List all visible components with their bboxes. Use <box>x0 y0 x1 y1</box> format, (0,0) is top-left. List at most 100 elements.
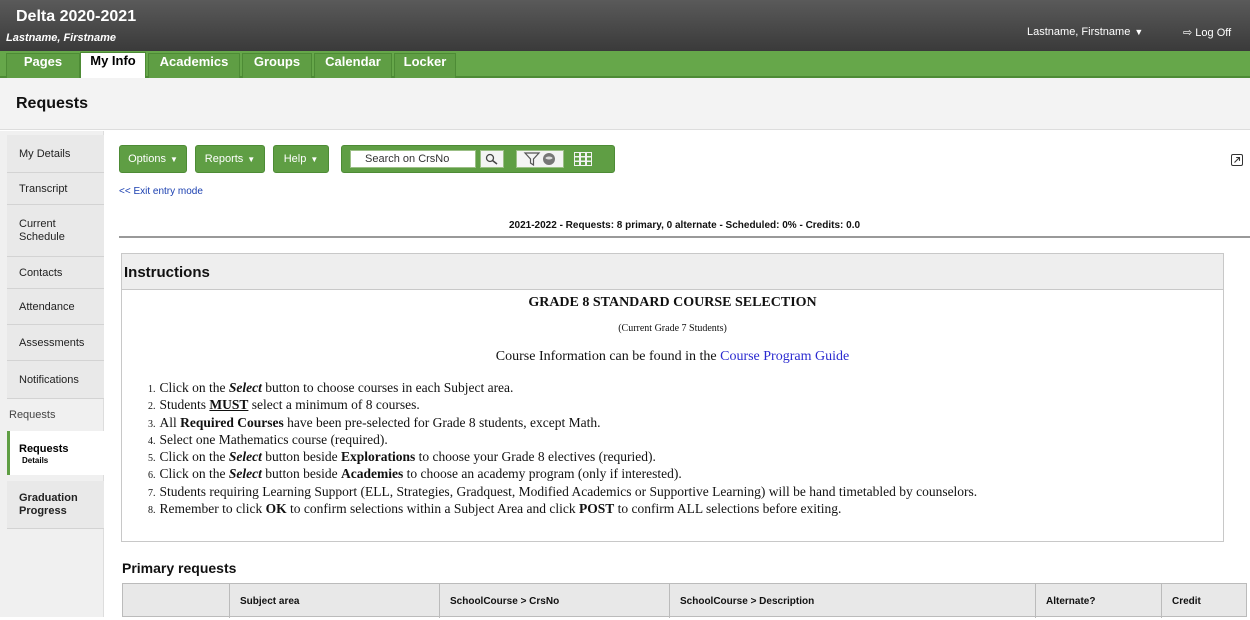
nav-assessments[interactable]: Assessments <box>7 325 104 361</box>
step-text: Select <box>228 449 262 465</box>
column-header-description[interactable]: SchoolCourse > Description <box>669 584 1035 618</box>
step-text: Click on the <box>159 449 229 465</box>
step-text: Click on the <box>159 380 229 395</box>
user-menu-label: Lastname, Firstname <box>1027 26 1131 38</box>
user-menu[interactable]: Lastname, Firstname ▼ <box>1027 26 1143 38</box>
reports-button[interactable]: Reports ▼ <box>195 145 265 173</box>
step-number: 2. <box>148 401 156 413</box>
exit-entry-mode-link[interactable]: << Exit entry mode <box>119 186 203 197</box>
nav-attendance[interactable]: Attendance <box>7 289 104 325</box>
top-header: Delta 2020-2021 Lastname, Firstname Last… <box>0 0 1250 51</box>
search-input[interactable] <box>350 150 476 168</box>
instruction-steps: 1. Click on the Select button to choose c… <box>148 379 1218 517</box>
grade-subtitle: (Current Grade 7 Students) <box>618 323 727 334</box>
course-info-line: Course Information can be found in the C… <box>122 349 1223 365</box>
tab-locker[interactable]: Locker <box>394 53 456 78</box>
tab-groups[interactable]: Groups <box>242 53 312 78</box>
column-header-select <box>123 584 229 618</box>
requests-summary: 2021-2022 - Requests: 8 primary, 0 alter… <box>508 220 861 231</box>
tab-my-info[interactable]: My Info <box>80 52 146 79</box>
instruction-step: 8. Remember to click OK to confirm select… <box>148 500 1218 517</box>
step-text: Required Courses <box>180 414 284 430</box>
step-text: Select one Mathematics course (required)… <box>159 431 388 447</box>
popout-icon[interactable] <box>1231 154 1243 166</box>
step-number: 4. <box>148 435 156 447</box>
tab-pages[interactable]: Pages <box>6 53 80 78</box>
page-heading-bar: Requests <box>0 78 1250 130</box>
filter-icon[interactable] <box>516 150 564 168</box>
step-number: 7. <box>148 487 156 499</box>
chevron-down-icon: ▼ <box>170 154 178 164</box>
step-text: OK <box>265 501 287 517</box>
step-number: 6. <box>148 470 156 482</box>
options-label: Options <box>128 153 166 165</box>
org-title: Delta 2020-2021 <box>16 8 137 25</box>
primary-requests-table-header: Subject area SchoolCourse > CrsNo School… <box>122 583 1248 618</box>
chevron-down-icon: ▼ <box>310 154 319 164</box>
nav-current-schedule[interactable]: Current Schedule <box>7 205 104 257</box>
step-text: Remember to click <box>159 501 266 517</box>
step-text: button beside <box>261 449 341 465</box>
step-text: Explorations <box>341 449 416 465</box>
options-button[interactable]: Options ▼ <box>119 145 187 173</box>
column-header-subject-area[interactable]: Subject area <box>229 584 439 618</box>
tab-calendar[interactable]: Calendar <box>314 53 392 78</box>
column-grid-icon[interactable] <box>574 152 592 166</box>
tab-academics[interactable]: Academics <box>148 53 240 78</box>
user-subtitle: Lastname, Firstname <box>6 32 117 44</box>
instructions-panel: Instructions GRADE 8 STANDARD COURSE SEL… <box>121 253 1224 542</box>
side-nav: My Details Transcript Current Schedule C… <box>0 131 104 617</box>
step-number: 5. <box>148 453 156 465</box>
step-number: 3. <box>148 418 156 430</box>
step-text: Students <box>159 397 210 413</box>
step-text: to choose an academy program (only if in… <box>403 466 682 482</box>
search-group <box>341 145 615 173</box>
chevron-down-icon: ▼ <box>1134 27 1144 37</box>
nav-contacts[interactable]: Contacts <box>7 257 104 289</box>
logoff-icon: ⇨ <box>1183 27 1193 39</box>
step-text: All <box>159 414 181 430</box>
tab-bar: Pages My Info Academics Groups Calendar … <box>0 51 1250 79</box>
step-text: to confirm selections within a Subject A… <box>286 501 580 517</box>
primary-requests-title: Primary requests <box>122 560 237 576</box>
step-text: Select <box>228 380 262 395</box>
nav-transcript[interactable]: Transcript <box>7 173 104 205</box>
step-number: 1. <box>148 384 156 395</box>
nav-notifications[interactable]: Notifications <box>7 361 104 399</box>
instruction-step: 4. Select one Mathematics course (require… <box>148 431 1218 448</box>
instruction-step: 3. All Required Courses have been pre-sel… <box>148 414 1218 431</box>
column-header-crsno[interactable]: SchoolCourse > CrsNo <box>439 584 669 618</box>
course-program-guide-link[interactable]: Course Program Guide <box>720 349 849 364</box>
reports-label: Reports <box>204 153 244 165</box>
step-text: button beside <box>261 466 341 482</box>
logoff-label: Log Off <box>1195 27 1232 39</box>
nav-requests-sub: Details <box>22 456 49 465</box>
course-info-text: Course Information can be found in the <box>495 349 721 364</box>
step-text: Click on the <box>159 466 229 482</box>
divider <box>119 236 1250 238</box>
chevron-down-icon: ▼ <box>247 154 256 164</box>
instructions-header: Instructions <box>122 254 1223 290</box>
nav-section-requests: Requests <box>9 409 56 421</box>
help-button[interactable]: Help ▼ <box>273 145 329 173</box>
page-title: Requests <box>16 95 89 112</box>
step-number: 8. <box>148 505 156 517</box>
column-header-alternate[interactable]: Alternate? <box>1035 584 1161 618</box>
step-text: select a minimum of 8 courses. <box>248 397 420 413</box>
column-header-credit[interactable]: Credit <box>1161 584 1248 618</box>
nav-requests-details[interactable]: Requests Details <box>7 431 104 475</box>
step-text: have been pre-selected for Grade 8 stude… <box>283 414 601 430</box>
logoff-button[interactable]: ⇨ Log Off <box>1183 26 1231 39</box>
instruction-step: 6. Click on the Select button beside Acad… <box>148 465 1218 482</box>
step-text: MUST <box>209 397 249 413</box>
search-icon[interactable] <box>480 150 504 168</box>
instruction-step: 7. Students requiring Learning Support (E… <box>148 483 1218 500</box>
nav-my-details[interactable]: My Details <box>7 135 104 173</box>
nav-graduation-progress[interactable]: Graduation Progress <box>7 481 104 529</box>
step-text: Students requiring Learning Support (ELL… <box>159 483 978 499</box>
step-text: button to choose courses in each Subject… <box>261 380 514 395</box>
step-text: to confirm ALL selections before exiting… <box>614 501 842 517</box>
step-text: POST <box>579 501 615 517</box>
help-label: Help <box>283 153 307 165</box>
instruction-step: 1. Click on the Select button to choose c… <box>148 379 1218 396</box>
